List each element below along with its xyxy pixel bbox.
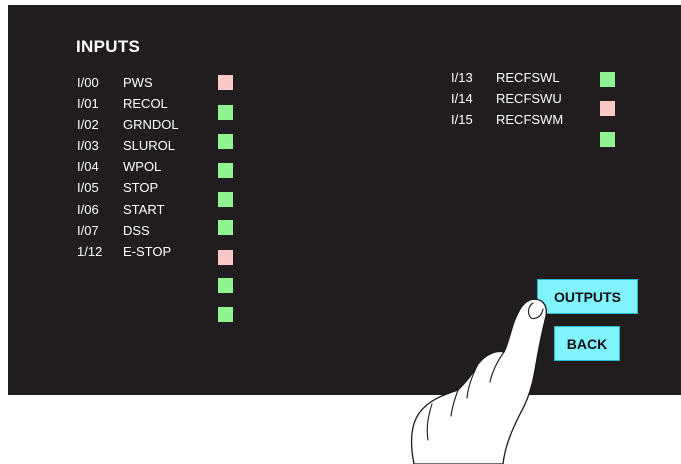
input-address: 1/12: [77, 243, 103, 259]
input-name: STOP: [123, 180, 159, 196]
input-name: PWS: [123, 75, 153, 90]
input-address: I/00: [77, 75, 99, 90]
input-status-indicator: [218, 192, 233, 207]
input-name: E-STOP: [123, 243, 172, 259]
right-address-column: I/13 I/14 I/15: [451, 67, 473, 130]
input-address: I/15: [451, 112, 473, 128]
input-status-indicator: [600, 132, 615, 147]
input-status-indicator: [218, 75, 233, 90]
input-name: WPOL: [123, 159, 162, 175]
input-status-indicator: [600, 72, 615, 87]
input-status-indicator: [218, 163, 233, 178]
input-status-indicator: [218, 278, 233, 293]
input-name: RECFSWM: [496, 112, 564, 128]
left-name-column: PWS RECOL GRNDOL SLUROL WPOL STOP START …: [123, 72, 179, 262]
input-name: SLUROL: [123, 138, 176, 154]
input-status-indicator: [600, 101, 615, 116]
input-status-indicator: [218, 307, 233, 322]
input-address: I/06: [77, 201, 99, 217]
input-name: RECFSWU: [496, 91, 562, 107]
input-status-indicator: [218, 220, 233, 235]
input-address: I/03: [77, 138, 99, 154]
outputs-button[interactable]: OUTPUTS: [537, 279, 638, 314]
input-address: I/01: [77, 96, 99, 112]
input-address: I/07: [77, 222, 99, 238]
input-name: RECFSWL: [496, 70, 560, 85]
input-status-indicator: [218, 134, 233, 149]
right-name-column: RECFSWL RECFSWU RECFSWM: [496, 67, 563, 130]
input-address: I/05: [77, 180, 99, 196]
page-title: INPUTS: [76, 37, 141, 56]
input-status-indicator: [218, 250, 233, 265]
back-button[interactable]: BACK: [554, 326, 620, 361]
input-address: I/13: [451, 70, 473, 85]
input-name: RECOL: [123, 96, 168, 112]
input-name: START: [123, 201, 165, 217]
input-name: GRNDOL: [123, 117, 179, 133]
input-address: I/14: [451, 91, 473, 107]
left-address-column: I/00 I/01 I/02 I/03 I/04 I/05 I/06 I/07 …: [77, 72, 102, 262]
input-status-indicator: [218, 105, 233, 120]
input-address: I/02: [77, 117, 99, 133]
input-name: DSS: [123, 222, 150, 238]
input-address: I/04: [77, 159, 99, 175]
